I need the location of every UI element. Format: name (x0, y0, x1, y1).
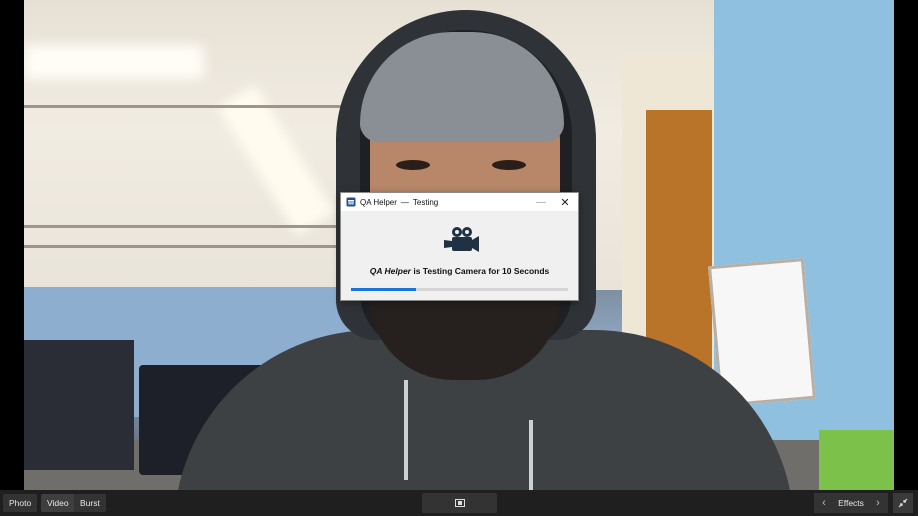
ceiling-pipe (24, 245, 344, 248)
hoodie-string (404, 380, 408, 480)
progress-bar-fill (351, 288, 417, 291)
shelf (24, 340, 134, 470)
collapse-button[interactable] (893, 493, 913, 513)
ceiling-pipe (24, 225, 354, 228)
video-camera-icon (444, 227, 479, 252)
dialog-message: QA Helper is Testing Camera for 10 Secon… (369, 266, 550, 276)
person-eye (396, 160, 430, 170)
camera-toolbar: Photo Video Burst ‹ Effects › (0, 490, 918, 516)
dialog-title: QA Helper — Testing (360, 197, 439, 207)
effects-button[interactable]: Effects (834, 493, 868, 513)
video-mode-button[interactable]: Video (41, 494, 75, 512)
progress-bar (351, 288, 568, 291)
ceiling-light (24, 45, 204, 79)
effects-next-button[interactable]: › (868, 493, 888, 513)
minimize-button[interactable]: — (530, 193, 552, 211)
green-object (819, 430, 894, 490)
collapse-arrows-icon (898, 498, 908, 508)
dialog-titlebar[interactable]: QA Helper — Testing — ✕ (341, 193, 578, 211)
capture-icon (454, 499, 465, 507)
qa-helper-dialog: QA Helper — Testing — ✕ QA Helper is Testi… (340, 192, 579, 301)
app-icon (345, 197, 356, 208)
person-eye (492, 160, 526, 170)
ceiling-pipe (24, 105, 364, 108)
close-button[interactable]: ✕ (554, 193, 576, 211)
burst-mode-button[interactable]: Burst (74, 494, 106, 512)
hoodie-string (529, 420, 533, 490)
capture-button[interactable] (422, 493, 497, 513)
photo-mode-button[interactable]: Photo (3, 494, 38, 512)
effects-prev-button[interactable]: ‹ (814, 493, 834, 513)
